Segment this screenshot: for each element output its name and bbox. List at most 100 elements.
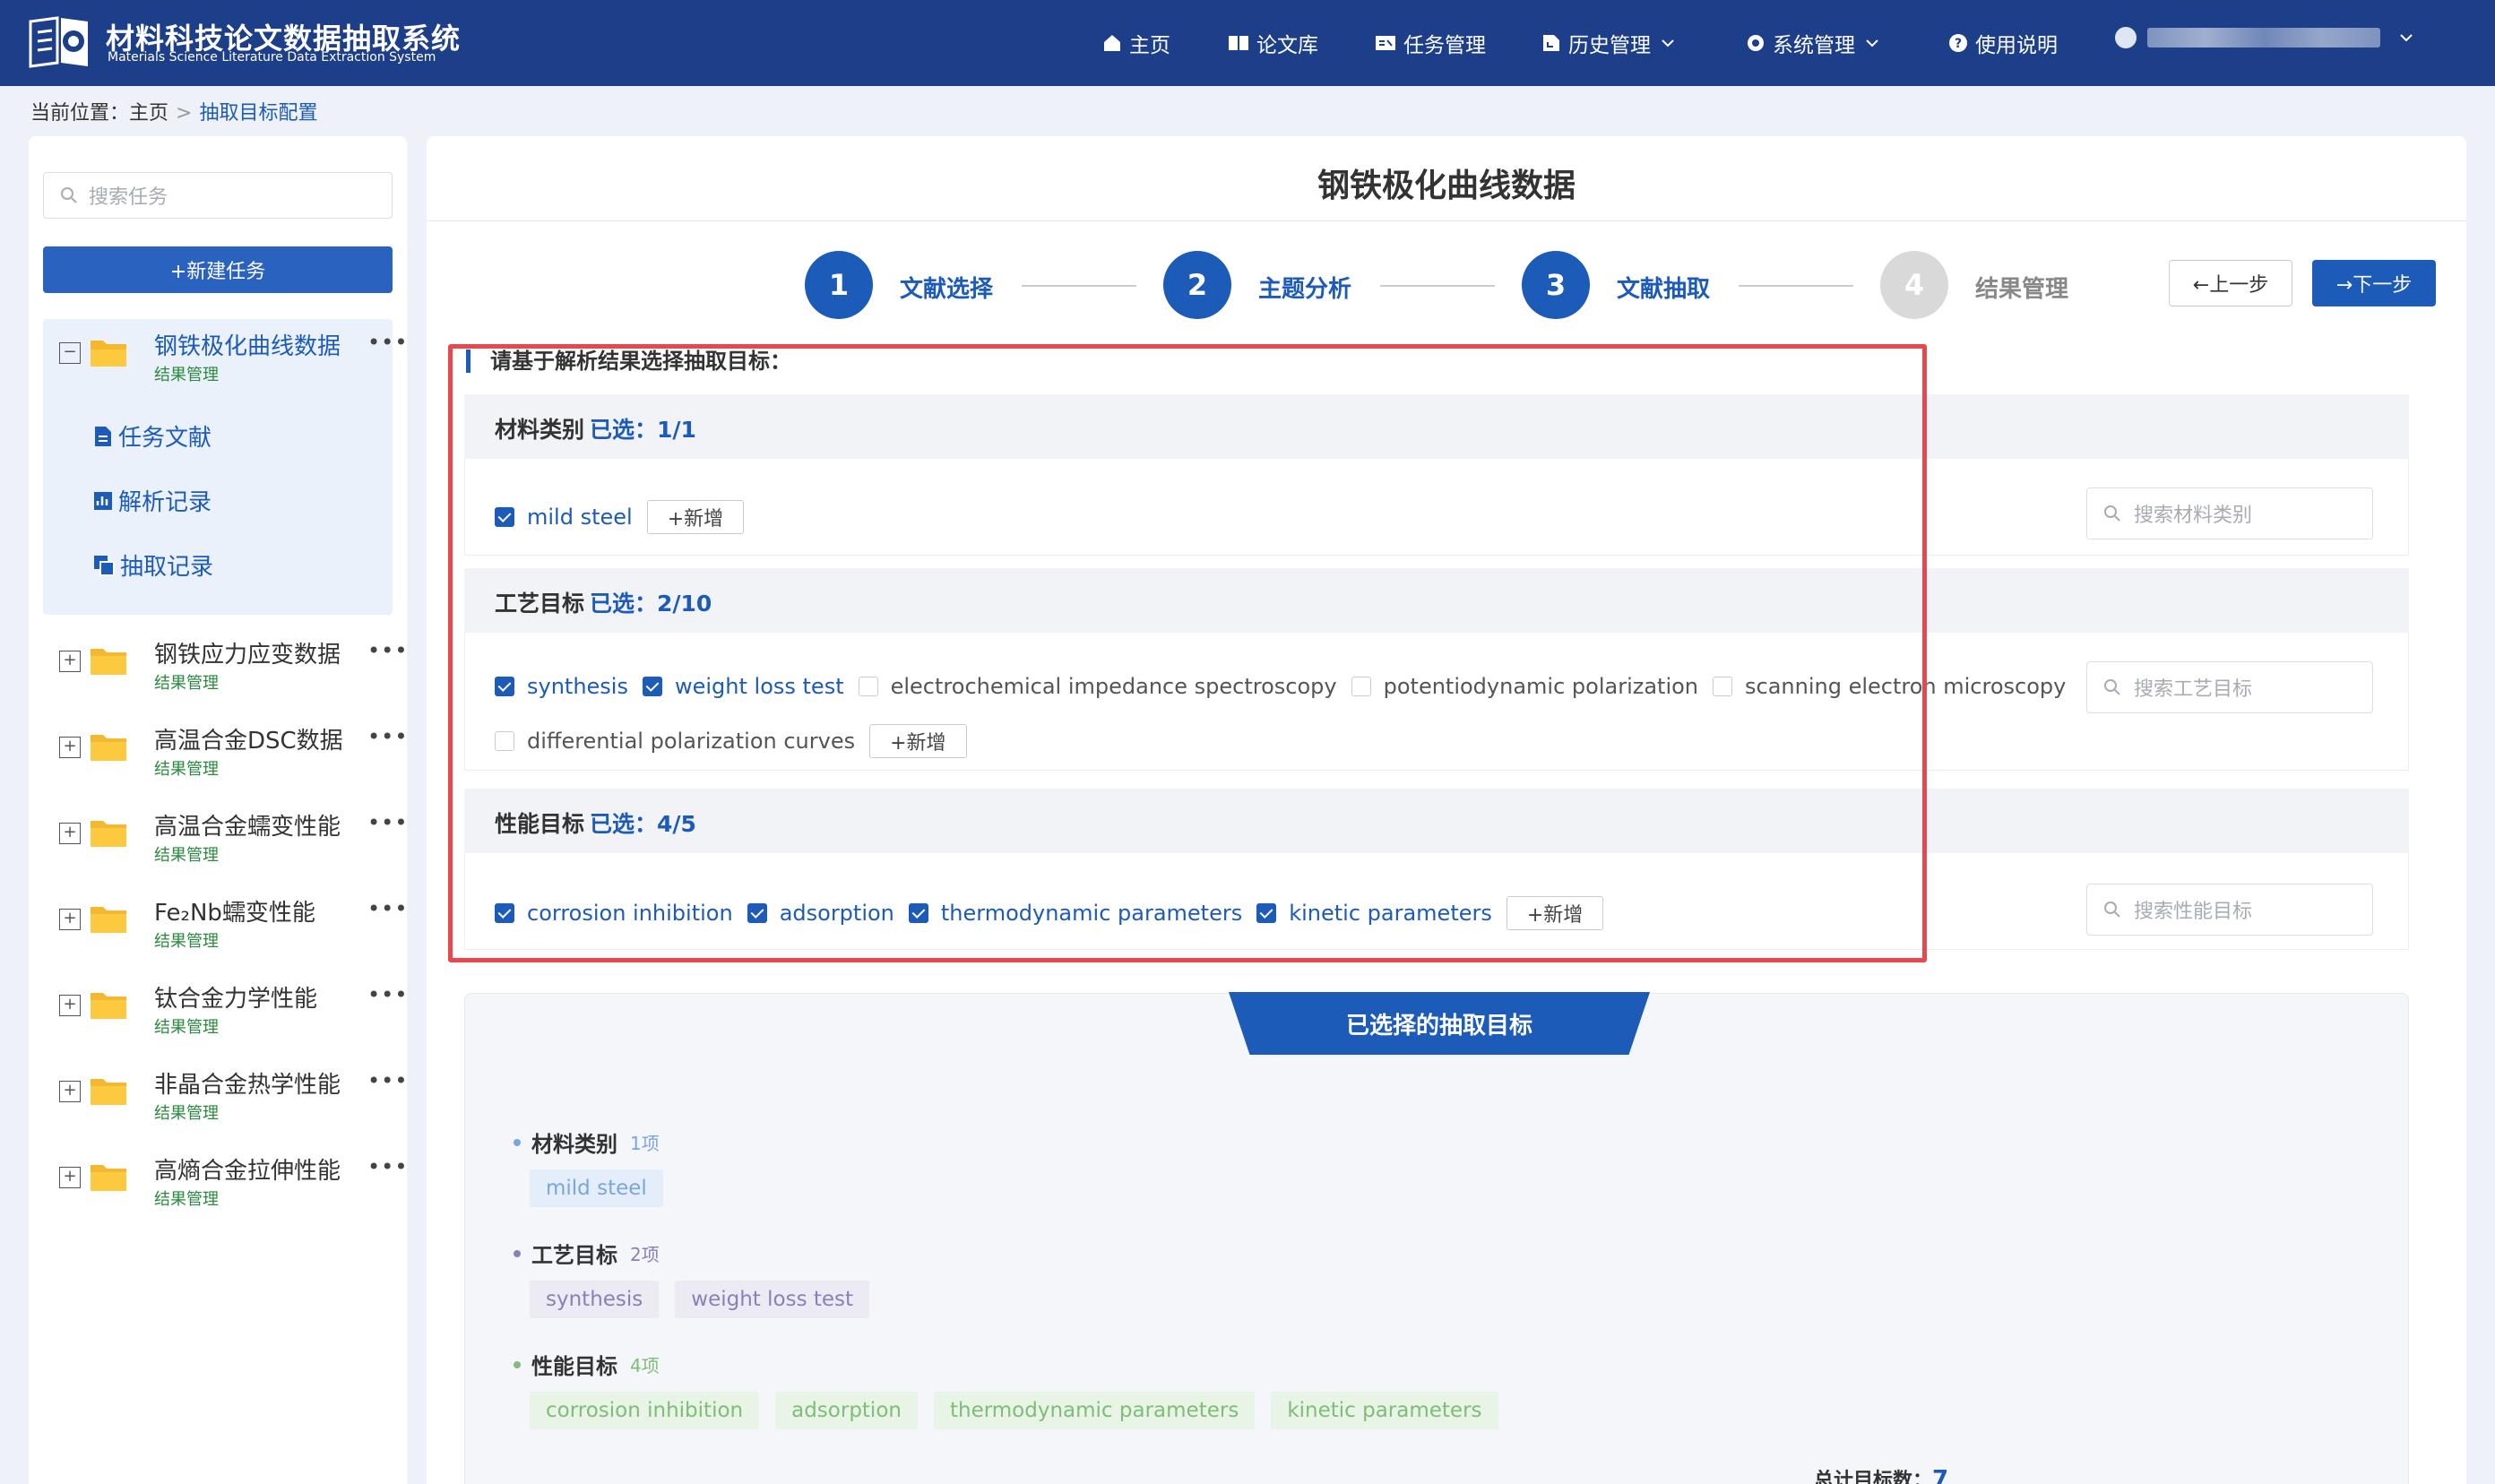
step-connector [1022,285,1136,287]
task-search-input[interactable]: 搜索任务 [43,172,393,219]
highlight-box [448,344,1927,962]
task-name: Fe₂Nb蠕变性能 [154,900,315,927]
selected-targets-panel: 已选择的抽取目标 材料类别 1项 mild steel 工艺目标 2项 synt… [464,992,2409,1484]
sub-item-extract-records[interactable]: 抽取记录 [93,548,213,582]
more-icon[interactable]: ••• [367,896,408,921]
chevron-down-icon [1662,39,1674,47]
active-task-group: − 钢铁极化曲线数据 结果管理 ••• 任务文献 解析记录 抽取记录 [43,319,407,615]
target-tag: weight loss test [675,1281,870,1318]
next-step-button[interactable]: →下一步 [2312,260,2436,306]
new-task-button[interactable]: +新建任务 [43,246,393,293]
total-label: 总计目标数： [1814,1470,1933,1484]
sub-item-label: 解析记录 [118,489,212,516]
search-placeholder: 搜索工艺目标 [2134,678,2253,701]
task-name: 钛合金力学性能 [154,986,318,1013]
task-item[interactable]: + 高温合金蠕变性能 结果管理 ••• [43,799,407,871]
task-name: 非晶合金热学性能 [154,1072,341,1099]
group-title: 材料类别 [531,1132,617,1157]
folder-open-icon [91,341,126,367]
nav-tasks-label: 任务管理 [1403,34,1486,57]
task-item[interactable]: + 高温合金DSC数据 结果管理 ••• [43,713,407,785]
group-count: 1项 [630,1133,660,1154]
expand-icon[interactable]: + [59,737,81,758]
task-status: 结果管理 [154,1190,219,1209]
task-item[interactable]: + 钛合金力学性能 结果管理 ••• [43,971,407,1043]
search-placeholder: 搜索材料类别 [2134,505,2253,527]
nav-library[interactable]: 论文库 [1228,27,1318,59]
task-item[interactable]: + 钢铁应力应变数据 结果管理 ••• [43,627,407,699]
prev-step-button[interactable]: ←上一步 [2169,260,2292,306]
target-tag: synthesis [530,1281,660,1318]
folder-icon [91,821,126,847]
task-status: 结果管理 [154,366,219,384]
task-status: 结果管理 [154,674,219,693]
property-search-input[interactable]: 搜索性能目标 [2086,884,2373,936]
nav-tasks[interactable]: 任务管理 [1375,27,1486,59]
material-search-input[interactable]: 搜索材料类别 [2086,487,2373,539]
task-item[interactable]: + Fe₂Nb蠕变性能 结果管理 ••• [43,885,407,957]
expand-icon[interactable]: + [59,1081,81,1102]
more-icon[interactable]: ••• [367,724,408,749]
selected-tags-material: mild steel [530,1169,679,1207]
more-icon[interactable]: ••• [367,1154,408,1179]
expand-icon[interactable]: + [59,651,81,672]
search-placeholder: 搜索性能目标 [2134,901,2253,923]
target-tag: corrosion inhibition [530,1392,760,1429]
task-status: 结果管理 [154,846,219,865]
username-redacted [2147,28,2380,47]
selected-group-header: 性能目标 4项 [514,1349,660,1380]
nav-help[interactable]: ? 使用说明 [1948,27,2058,59]
user-menu[interactable] [2115,27,2413,48]
page-title: 钢铁极化曲线数据 [1317,168,1576,204]
target-tag: kinetic parameters [1271,1392,1498,1429]
more-icon[interactable]: ••• [367,1068,408,1093]
process-search-input[interactable]: 搜索工艺目标 [2086,661,2373,713]
active-task-item[interactable]: − 钢铁极化曲线数据 结果管理 ••• [43,319,407,391]
divider [427,220,2466,221]
task-status: 结果管理 [154,1104,219,1123]
sub-item-label: 抽取记录 [120,554,214,581]
expand-icon[interactable]: + [59,909,81,930]
more-icon[interactable]: ••• [367,330,408,355]
bullet-dot [514,1138,521,1146]
task-item[interactable]: + 高熵合金拉伸性能 结果管理 ••• [43,1143,407,1215]
more-icon[interactable]: ••• [367,810,408,835]
folder-icon [91,1079,126,1105]
folder-icon [91,993,126,1019]
nav-home-label: 主页 [1129,34,1170,57]
top-header: 材料科技论文数据抽取系统 Materials Science Literatur… [0,0,2495,86]
home-icon [1104,35,1120,51]
search-icon [2104,505,2120,522]
step-2-label: 主题分析 [1258,276,1352,303]
task-search-placeholder: 搜索任务 [89,186,168,209]
task-item[interactable]: + 非晶合金热学性能 结果管理 ••• [43,1057,407,1129]
more-icon[interactable]: ••• [367,638,408,663]
folder-icon [91,1165,126,1191]
total-targets: 总计目标数：7 [1814,1464,1948,1484]
step-3-circle: 3 [1522,251,1590,319]
breadcrumb-prefix: 当前位置： [30,102,130,125]
breadcrumb: 当前位置：主页 > 抽取目标配置 [30,97,317,125]
book-icon [1229,36,1248,50]
task-name: 钢铁应力应变数据 [154,642,341,669]
folder-icon [91,735,126,761]
nav-help-label: 使用说明 [1975,34,2058,57]
sub-item-task-docs[interactable]: 任务文献 [93,419,212,453]
sub-item-parse-records[interactable]: 解析记录 [93,484,212,517]
expand-icon[interactable]: + [59,995,81,1016]
search-icon [2104,679,2120,695]
more-icon[interactable]: ••• [367,982,408,1007]
sub-item-label: 任务文献 [118,425,212,452]
expand-icon[interactable]: + [59,823,81,844]
step-4-circle: 4 [1880,251,1948,319]
app-subtitle: Materials Science Literature Data Extrac… [108,50,436,65]
nav-home[interactable]: 主页 [1102,27,1170,59]
nav-history[interactable]: 历史管理 [1541,27,1681,59]
breadcrumb-home[interactable]: 主页 [129,102,168,125]
step-3-label: 文献抽取 [1617,276,1711,303]
target-tag: thermodynamic parameters [933,1392,1256,1429]
help-icon: ? [1949,34,1967,52]
collapse-icon[interactable]: − [59,342,81,364]
nav-system[interactable]: 系统管理 [1746,27,1886,59]
expand-icon[interactable]: + [59,1167,81,1188]
